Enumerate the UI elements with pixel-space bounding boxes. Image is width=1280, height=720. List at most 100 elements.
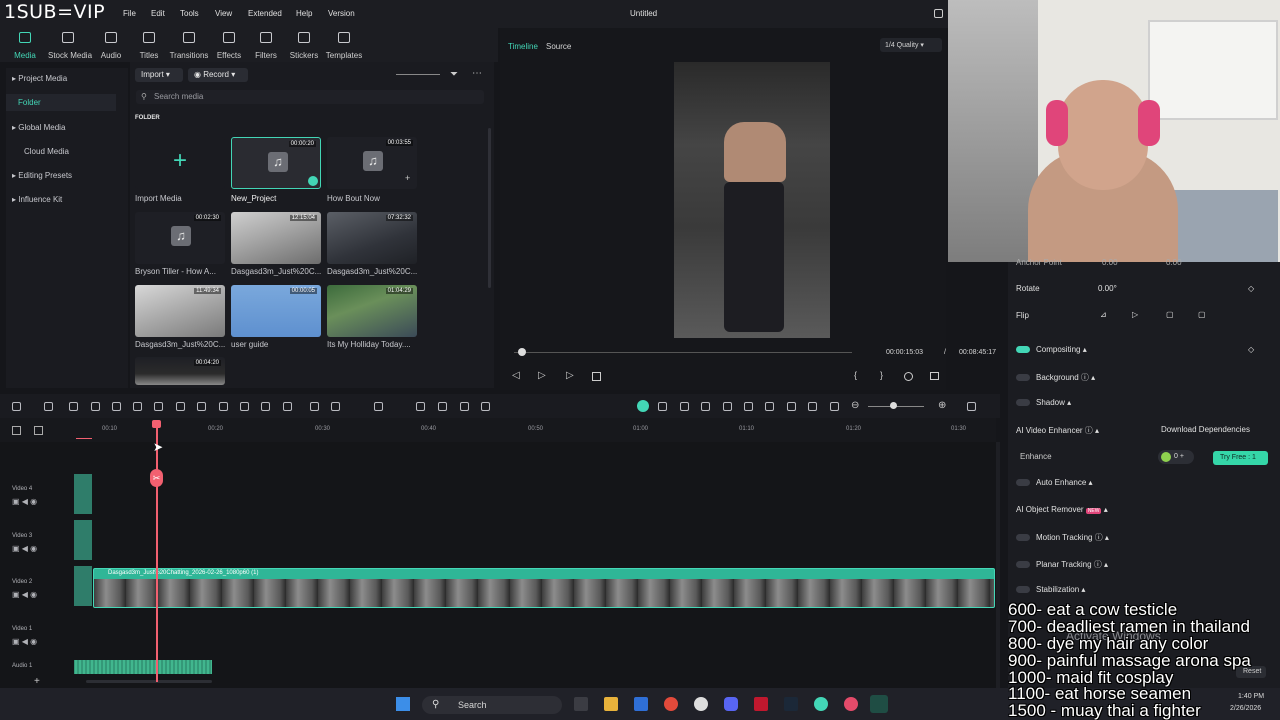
rotate-value[interactable]: 0.00°: [1098, 284, 1117, 293]
nav-editing-presets[interactable]: ▸ Editing Presets: [12, 171, 72, 180]
steam-icon[interactable]: [784, 697, 798, 711]
tool-titles[interactable]: Titles: [129, 28, 169, 60]
media-item-user-guide[interactable]: 00:00:05: [231, 285, 321, 337]
compositing-toggle[interactable]: [1016, 346, 1030, 354]
windows-start-icon[interactable]: [396, 697, 410, 711]
audio-mixer-icon[interactable]: [787, 402, 796, 411]
search-media-input[interactable]: ⚲ Search media: [136, 90, 484, 104]
timer-icon[interactable]: [240, 402, 249, 411]
keyframe-icon[interactable]: ◇: [1248, 345, 1254, 354]
ai-video-enhancer-heading[interactable]: AI Video Enhancer ⓘ ▴: [1016, 425, 1099, 436]
stabilization-toggle[interactable]: [1016, 586, 1030, 594]
settings-icon[interactable]: [904, 372, 913, 381]
translate-icon[interactable]: [438, 402, 447, 411]
stop-icon[interactable]: [592, 372, 601, 381]
track-controls[interactable]: ▣ ◀ ◉: [12, 637, 37, 646]
app-icon[interactable]: [814, 697, 828, 711]
vertical-scrollbar[interactable]: [996, 442, 1000, 688]
import-media-card[interactable]: +: [135, 137, 225, 189]
previous-frame-icon[interactable]: ◁: [512, 370, 520, 381]
mask-icon[interactable]: [261, 402, 270, 411]
shadow-toggle[interactable]: [1016, 399, 1030, 407]
horizontal-scrollbar[interactable]: [86, 680, 212, 683]
tab-timeline[interactable]: Timeline: [508, 42, 538, 51]
media-item-video-thumb[interactable]: 11:49:34: [135, 285, 225, 337]
background-toggle[interactable]: [1016, 374, 1030, 382]
chrome-icon[interactable]: [664, 697, 678, 711]
auto-enhance-toggle[interactable]: [1016, 479, 1030, 487]
try-free-button[interactable]: Try Free : 1: [1213, 451, 1268, 465]
add-icon[interactable]: +: [405, 173, 410, 183]
media-item-video-thumb[interactable]: 07:32:32: [327, 212, 417, 264]
zoom-in-icon[interactable]: ⊕: [938, 400, 946, 411]
tool-stock-media[interactable]: Stock Media: [48, 28, 92, 60]
obs-icon[interactable]: [694, 697, 708, 711]
clock-time[interactable]: 1:40 PM: [1238, 693, 1264, 700]
ai-cutout-icon[interactable]: [374, 402, 383, 411]
task-view-icon[interactable]: [574, 697, 588, 711]
anchor-y-value[interactable]: 0.00: [1166, 258, 1182, 267]
scissors-icon[interactable]: ✂: [150, 469, 163, 487]
menu-version[interactable]: Version: [328, 9, 355, 18]
detach-icon[interactable]: [416, 402, 425, 411]
tab-source[interactable]: Source: [546, 42, 571, 51]
keyframe-icon[interactable]: ◇: [1248, 284, 1254, 293]
track-controls[interactable]: ▣ ◀ ◉: [12, 590, 37, 599]
menu-file[interactable]: File: [123, 9, 136, 18]
send-icon[interactable]: [934, 9, 943, 18]
tool-stickers[interactable]: Stickers: [284, 28, 324, 60]
playhead[interactable]: [156, 420, 158, 682]
marker-icon[interactable]: [744, 402, 753, 411]
background-row[interactable]: Background ⓘ ▴: [1016, 372, 1095, 383]
ai-edit-icon[interactable]: [310, 402, 319, 411]
text-icon[interactable]: [176, 402, 185, 411]
tool-transitions[interactable]: Transitions: [169, 28, 209, 60]
menu-extended[interactable]: Extended: [248, 9, 282, 18]
menu-help[interactable]: Help: [296, 9, 312, 18]
undo-icon[interactable]: [69, 402, 78, 411]
nav-cloud-media[interactable]: Cloud Media: [24, 147, 69, 156]
menu-edit[interactable]: Edit: [151, 9, 165, 18]
import-button[interactable]: Import ▾: [135, 68, 183, 82]
picture-in-picture-icon[interactable]: [808, 402, 817, 411]
rotate-left-icon[interactable]: ▢: [1198, 310, 1206, 319]
filter-icon[interactable]: ⏷: [450, 69, 458, 80]
media-scrollbar[interactable]: [488, 128, 491, 288]
tool-audio[interactable]: Audio: [91, 28, 131, 60]
track-settings-icon[interactable]: [34, 426, 43, 435]
ai-tool-icon[interactable]: [197, 402, 206, 411]
zoom-fit-icon[interactable]: [481, 402, 490, 411]
add-track-icon[interactable]: +: [34, 676, 40, 687]
download-dependencies-link[interactable]: Download Dependencies: [1161, 425, 1250, 434]
media-item-how-bout-now[interactable]: 00:03:55 ♫ +: [327, 137, 417, 189]
subtitle-icon[interactable]: [830, 402, 839, 411]
store-icon[interactable]: [634, 697, 648, 711]
video-clip[interactable]: [74, 474, 92, 514]
playback-progress-track[interactable]: [514, 352, 852, 353]
nav-influence-kit[interactable]: ▸ Influence Kit: [12, 195, 62, 204]
quality-select[interactable]: 1/4 Quality ▾: [880, 38, 942, 52]
shadow-row[interactable]: Shadow ▴: [1016, 398, 1071, 407]
snapshot-icon[interactable]: [930, 372, 939, 380]
media-item-video-thumb[interactable]: 01:04:29: [327, 285, 417, 337]
menu-view[interactable]: View: [215, 9, 232, 18]
delete-icon[interactable]: [112, 402, 121, 411]
track-controls[interactable]: ▣ ◀ ◉: [12, 544, 37, 553]
link-icon[interactable]: [12, 426, 21, 435]
record-button[interactable]: ◉ Record ▾: [188, 68, 248, 82]
flip-horizontal-icon[interactable]: ⊿: [1100, 310, 1107, 319]
app-icon[interactable]: [844, 697, 858, 711]
video-clip[interactable]: [74, 566, 92, 606]
layout-icon[interactable]: [12, 402, 21, 411]
video-clip[interactable]: [74, 520, 92, 560]
anchor-x-value[interactable]: 0.00: [1102, 258, 1118, 267]
discord-icon[interactable]: [724, 697, 738, 711]
auto-enhance-row[interactable]: Auto Enhance ▴: [1016, 478, 1093, 487]
nav-folder[interactable]: Folder: [6, 94, 116, 111]
motion-tracking-row[interactable]: Motion Tracking ⓘ ▴: [1016, 532, 1109, 543]
grid-icon[interactable]: [967, 402, 976, 411]
rotate-right-icon[interactable]: ▢: [1166, 310, 1174, 319]
next-frame-icon[interactable]: ▷: [538, 370, 546, 381]
tool-filters[interactable]: Filters: [246, 28, 286, 60]
play-icon[interactable]: ▷: [566, 370, 574, 381]
